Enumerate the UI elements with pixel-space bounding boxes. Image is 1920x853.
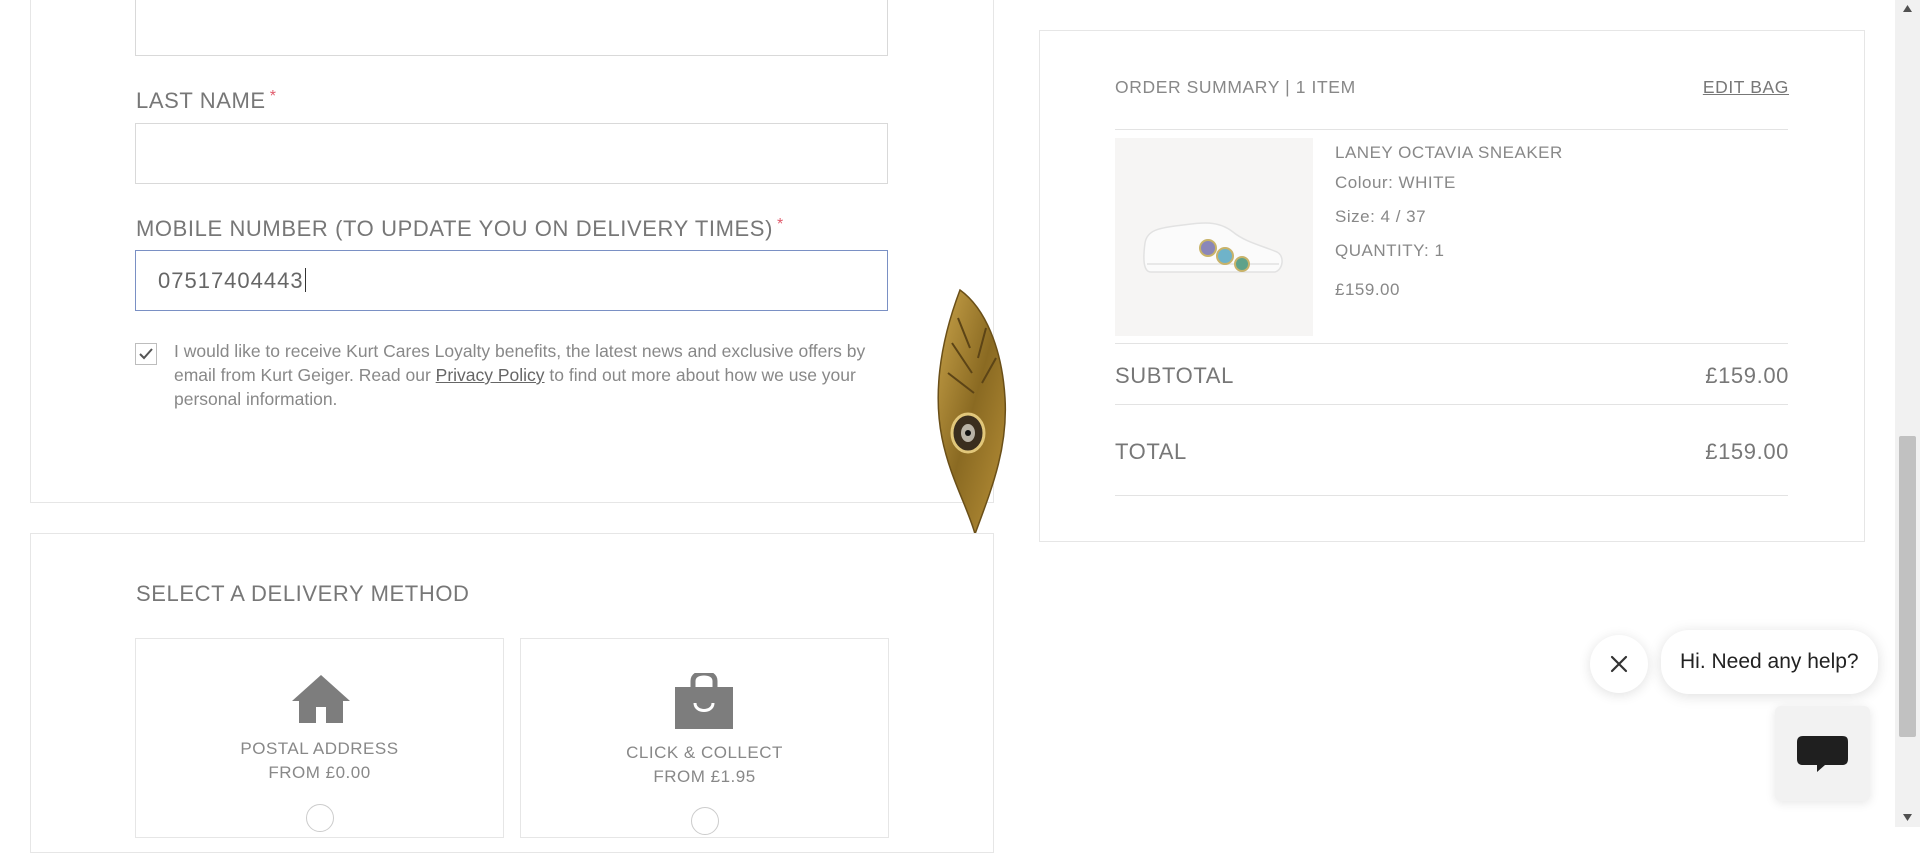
page-scrollbar[interactable] bbox=[1895, 0, 1920, 827]
mobile-number-value: 07517404443 bbox=[158, 268, 304, 293]
product-size: Size: 4 / 37 bbox=[1335, 207, 1427, 226]
close-icon bbox=[1610, 655, 1628, 673]
subtotal-label: SUBTOTAL bbox=[1115, 363, 1234, 388]
delivery-option-postal-price: FROM £0.00 bbox=[268, 763, 371, 782]
subtotal-value: £159.00 bbox=[1705, 363, 1789, 388]
chat-close-button[interactable] bbox=[1590, 635, 1648, 693]
product-image bbox=[1115, 138, 1313, 336]
edit-bag-link[interactable]: EDIT BAG bbox=[1703, 77, 1789, 98]
product-name: LANEY OCTAVIA SNEAKER bbox=[1335, 143, 1563, 162]
chat-bubble-icon bbox=[1797, 736, 1848, 772]
chat-greeting-bubble[interactable]: Hi. Need any help? bbox=[1661, 630, 1878, 694]
eagle-feather-brand-image bbox=[937, 288, 1007, 536]
mobile-number-value-wrap: 07517404443 bbox=[158, 268, 307, 294]
divider bbox=[1115, 129, 1788, 130]
consent-checkbox[interactable] bbox=[135, 343, 157, 365]
text-caret bbox=[304, 268, 307, 292]
order-summary-heading: ORDER SUMMARY | 1 ITEM bbox=[1115, 77, 1356, 97]
product-colour: Colour: WHITE bbox=[1335, 173, 1456, 192]
last-name-input[interactable] bbox=[135, 123, 888, 184]
delivery-option-collect-price: FROM £1.95 bbox=[653, 767, 756, 786]
delivery-option-click-collect[interactable]: CLICK & COLLECT FROM £1.95 bbox=[520, 638, 889, 838]
mobile-number-input[interactable]: 07517404443 bbox=[135, 250, 888, 311]
scroll-up-arrow-icon[interactable] bbox=[1895, 2, 1920, 16]
chat-launcher-button[interactable] bbox=[1775, 706, 1870, 801]
product-quantity: QUANTITY: 1 bbox=[1335, 241, 1445, 260]
checkmark-icon bbox=[139, 348, 153, 360]
total-label: TOTAL bbox=[1115, 439, 1187, 464]
delivery-option-collect-radio[interactable] bbox=[690, 807, 719, 835]
sneaker-image bbox=[1143, 222, 1283, 273]
shopping-bag-icon bbox=[675, 673, 733, 729]
required-marker: * bbox=[777, 216, 784, 233]
mobile-number-label: MOBILE NUMBER (TO UPDATE YOU ON DELIVERY… bbox=[136, 216, 784, 241]
divider bbox=[1115, 343, 1788, 344]
consent-text: I would like to receive Kurt Cares Loyal… bbox=[174, 339, 896, 411]
last-name-label: LAST NAME * bbox=[136, 88, 277, 113]
delivery-option-postal-radio[interactable] bbox=[305, 804, 334, 832]
total-value: £159.00 bbox=[1705, 439, 1789, 464]
delivery-option-postal[interactable]: POSTAL ADDRESS FROM £0.00 bbox=[135, 638, 504, 838]
scrollbar-thumb[interactable] bbox=[1899, 436, 1916, 737]
first-name-input[interactable] bbox=[135, 0, 888, 56]
required-marker: * bbox=[269, 88, 277, 105]
delivery-section-title: SELECT A DELIVERY METHOD bbox=[136, 581, 470, 606]
scroll-down-arrow-icon[interactable] bbox=[1895, 810, 1920, 824]
product-price: £159.00 bbox=[1335, 280, 1400, 299]
house-icon bbox=[292, 675, 350, 723]
divider bbox=[1115, 404, 1788, 405]
divider bbox=[1115, 495, 1788, 496]
delivery-option-postal-title: POSTAL ADDRESS bbox=[240, 739, 399, 758]
delivery-option-collect-title: CLICK & COLLECT bbox=[626, 743, 783, 762]
privacy-policy-link[interactable]: Privacy Policy bbox=[436, 365, 545, 385]
